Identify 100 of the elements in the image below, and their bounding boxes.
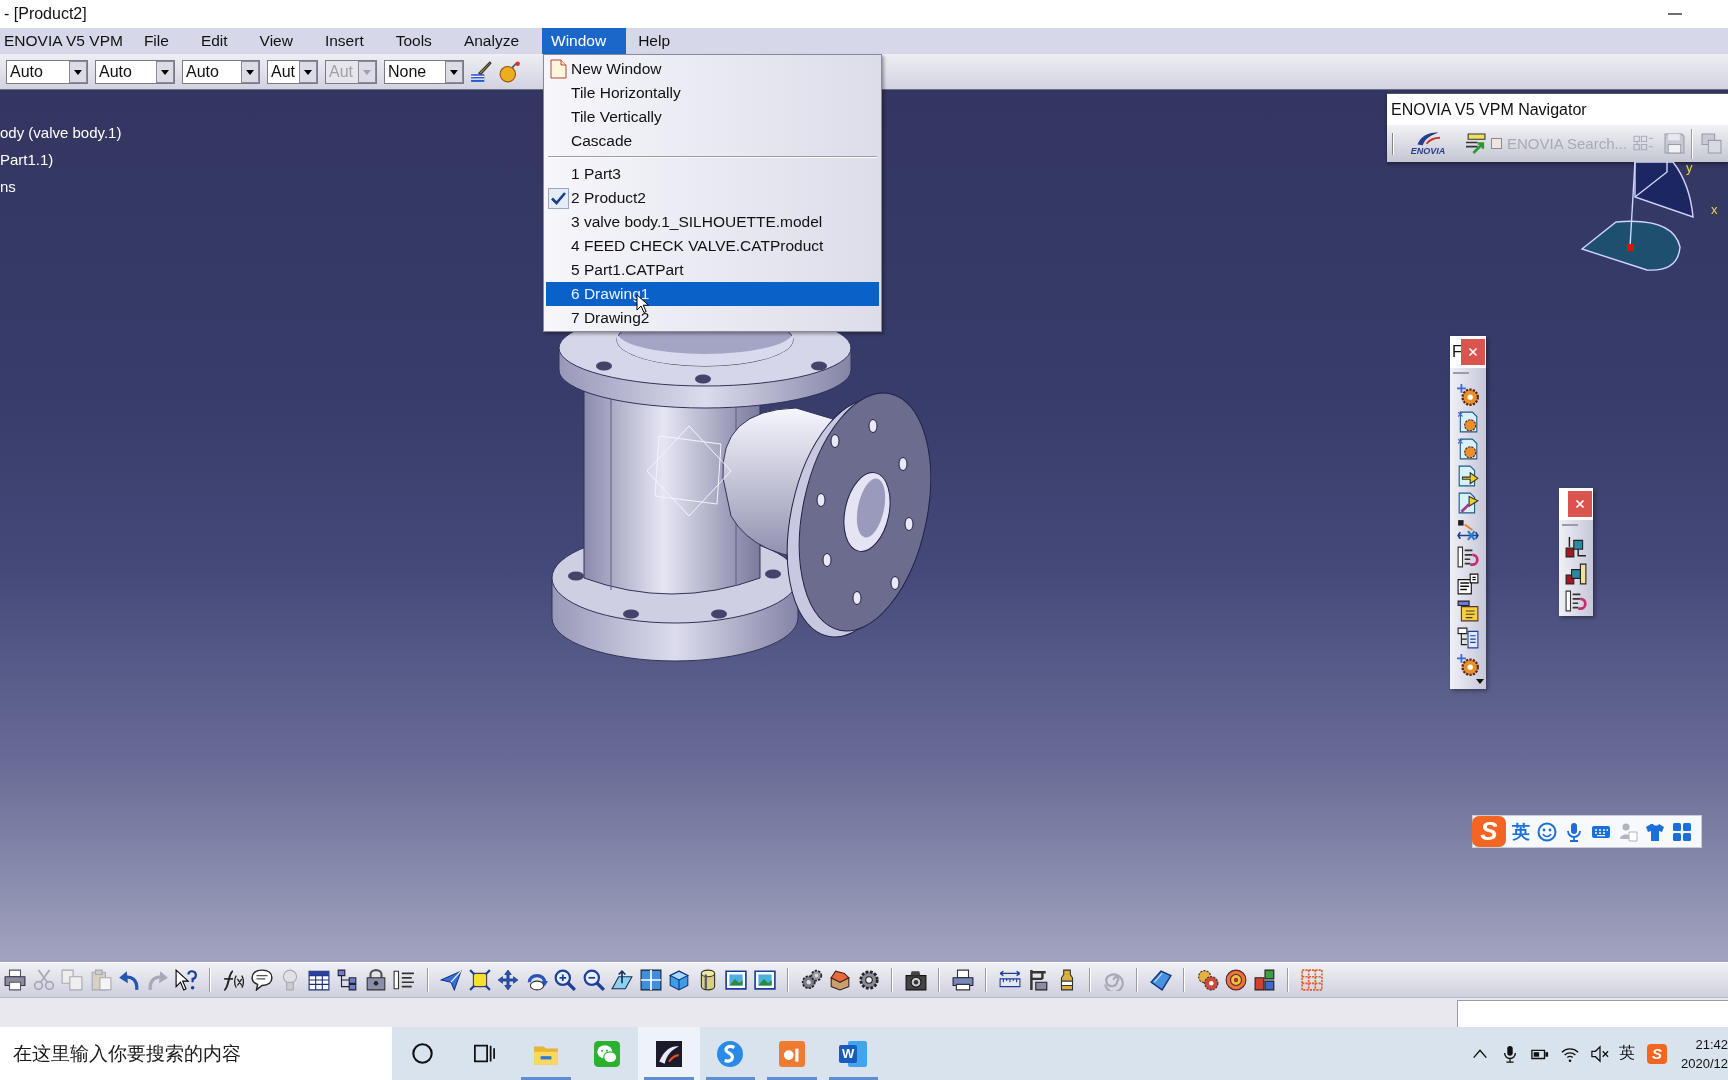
view-plane-icon[interactable] bbox=[611, 969, 633, 991]
gears-icon[interactable] bbox=[800, 969, 823, 991]
picture-frame-icon[interactable] bbox=[753, 969, 776, 991]
tree-node[interactable]: Part1.1) bbox=[0, 146, 54, 173]
dropdown[interactable]: Auto bbox=[95, 59, 175, 84]
menu-bar-item[interactable]: Insert bbox=[315, 28, 384, 54]
task-view-icon[interactable] bbox=[473, 1043, 495, 1064]
menu-item[interactable]: New Window bbox=[546, 57, 879, 81]
menu-bar-item[interactable]: Edit bbox=[191, 28, 248, 54]
gear-icon[interactable] bbox=[857, 969, 880, 991]
zoom-in-icon[interactable] bbox=[554, 969, 576, 991]
tree-document-icon[interactable] bbox=[1457, 627, 1479, 649]
dropdown[interactable]: None bbox=[384, 59, 464, 84]
slides-icon bbox=[778, 1040, 805, 1067]
ball-icon[interactable] bbox=[1225, 969, 1247, 991]
document-stack-icon[interactable] bbox=[951, 969, 974, 991]
zoom-out-icon[interactable] bbox=[582, 969, 605, 991]
menu-bar-item[interactable]: Analyze bbox=[454, 28, 540, 54]
printer-icon[interactable] bbox=[4, 969, 26, 991]
menu-bar-item[interactable]: File bbox=[134, 28, 189, 54]
clock-time[interactable]: 21:42 bbox=[1695, 1034, 1728, 1054]
function-icon[interactable] bbox=[222, 969, 244, 991]
menu-item[interactable]: 3 valve body.1_SILHOUETTE.model bbox=[546, 210, 879, 234]
list-icon[interactable] bbox=[393, 969, 415, 991]
dropdown[interactable]: Aut bbox=[267, 59, 318, 84]
paintbrush-icon[interactable] bbox=[470, 60, 492, 83]
menu-item[interactable]: 7 Drawing2 bbox=[546, 306, 879, 330]
picture-frame-icon[interactable] bbox=[725, 969, 747, 991]
caret-icon[interactable] bbox=[445, 60, 463, 83]
menu-bar-item[interactable]: View bbox=[250, 28, 313, 54]
padlock-icon[interactable] bbox=[364, 969, 387, 991]
blocks-icon[interactable] bbox=[1253, 969, 1276, 991]
open-box-icon[interactable] bbox=[829, 969, 851, 991]
caret-icon[interactable] bbox=[156, 60, 174, 83]
gear-document-icon[interactable] bbox=[1457, 411, 1479, 433]
apps-grid-icon[interactable] bbox=[1672, 821, 1692, 842]
dropdown[interactable]: Auto bbox=[182, 59, 260, 84]
document-wrench-icon[interactable] bbox=[1457, 492, 1479, 514]
menu-bar-item[interactable]: Window bbox=[542, 28, 627, 54]
axis-label: x bbox=[1711, 203, 1718, 216]
undo-icon[interactable] bbox=[118, 969, 140, 991]
caret-icon[interactable] bbox=[1476, 679, 1484, 684]
camera-icon[interactable] bbox=[904, 969, 927, 991]
tree-node[interactable]: ody (valve body.1) bbox=[0, 119, 122, 146]
cubes-icon[interactable] bbox=[1565, 563, 1587, 585]
menu-item[interactable]: Tile Horizontally bbox=[546, 81, 879, 105]
axis-label: y bbox=[1686, 161, 1693, 174]
caret-icon[interactable] bbox=[299, 60, 317, 83]
menu-bar-item[interactable]: Help bbox=[629, 28, 691, 54]
text-frame-icon[interactable] bbox=[1457, 573, 1479, 595]
caliper-icon[interactable] bbox=[1027, 969, 1049, 991]
taskbar-app-button[interactable] bbox=[638, 1027, 700, 1080]
table-icon[interactable] bbox=[307, 969, 330, 991]
microphone-icon[interactable] bbox=[1501, 1044, 1519, 1063]
search-field[interactable]: 在这里输入你要搜索的内容 bbox=[0, 1027, 392, 1080]
taskbar-app-button[interactable]: W bbox=[822, 1027, 884, 1080]
toolbar-title: F bbox=[1452, 343, 1462, 361]
gear-document-icon[interactable] bbox=[1457, 438, 1479, 460]
list-return-icon[interactable] bbox=[1457, 546, 1479, 568]
four-views-icon[interactable] bbox=[639, 969, 662, 991]
list-return-icon[interactable] bbox=[1565, 590, 1587, 612]
cubes-arrow-icon[interactable] bbox=[1565, 536, 1587, 558]
clock-date[interactable]: 2020/12 bbox=[1681, 1053, 1728, 1073]
smiley-icon[interactable] bbox=[1537, 821, 1557, 842]
document-arrow-icon[interactable] bbox=[1457, 465, 1479, 487]
bomb-icon[interactable] bbox=[499, 60, 521, 83]
input-mode-indicator[interactable]: 英 bbox=[1619, 1043, 1635, 1064]
menu-item[interactable]: 1 Part3 bbox=[546, 162, 879, 186]
airplane-icon[interactable] bbox=[440, 969, 462, 991]
transfer-arrow-icon[interactable] bbox=[1465, 133, 1486, 154]
caret-icon[interactable] bbox=[241, 60, 259, 83]
menu-item[interactable]: 4 FEED CHECK VALVE.CATProduct bbox=[546, 234, 879, 258]
menu-item[interactable]: Tile Vertically bbox=[546, 105, 879, 129]
speaker-muted-icon[interactable] bbox=[1591, 1044, 1609, 1063]
menu-item[interactable]: 6 Drawing1 bbox=[546, 282, 879, 306]
grid-icon[interactable] bbox=[1300, 969, 1323, 991]
menu-item[interactable]: 5 Part1.CATPart bbox=[546, 258, 879, 282]
speech-bubble-icon[interactable] bbox=[250, 969, 273, 991]
input-mode-toggle[interactable]: 英 bbox=[1512, 819, 1530, 844]
tree-icon[interactable] bbox=[336, 969, 358, 991]
fit-all-icon[interactable] bbox=[468, 969, 491, 991]
folder-list-icon[interactable] bbox=[1457, 600, 1479, 622]
sparkle-gear-icon[interactable] bbox=[1457, 654, 1479, 676]
menu-item[interactable]: 2 Product2 bbox=[546, 186, 879, 210]
help-pointer-icon[interactable] bbox=[175, 969, 197, 991]
ring-icon[interactable] bbox=[412, 1043, 434, 1064]
t-shirt-icon[interactable] bbox=[1645, 821, 1665, 842]
caret-icon[interactable] bbox=[69, 60, 87, 83]
gear-group-icon[interactable] bbox=[1196, 969, 1219, 991]
pan-icon[interactable] bbox=[497, 969, 519, 991]
tree-node[interactable]: ns bbox=[0, 173, 16, 200]
dropdown[interactable]: Auto bbox=[6, 59, 88, 84]
menu-bar-item[interactable]: ENOVIA V5 VPM bbox=[0, 28, 132, 54]
cube-icon[interactable] bbox=[668, 969, 690, 991]
swap-arrows-icon[interactable] bbox=[1457, 519, 1479, 541]
menu-bar-item[interactable]: Tools bbox=[386, 28, 452, 54]
menu-item[interactable]: Cascade bbox=[546, 129, 879, 153]
document-icon bbox=[548, 59, 568, 79]
command-input-field[interactable] bbox=[1457, 1000, 1728, 1027]
sparkle-gear-icon[interactable] bbox=[1457, 384, 1479, 406]
